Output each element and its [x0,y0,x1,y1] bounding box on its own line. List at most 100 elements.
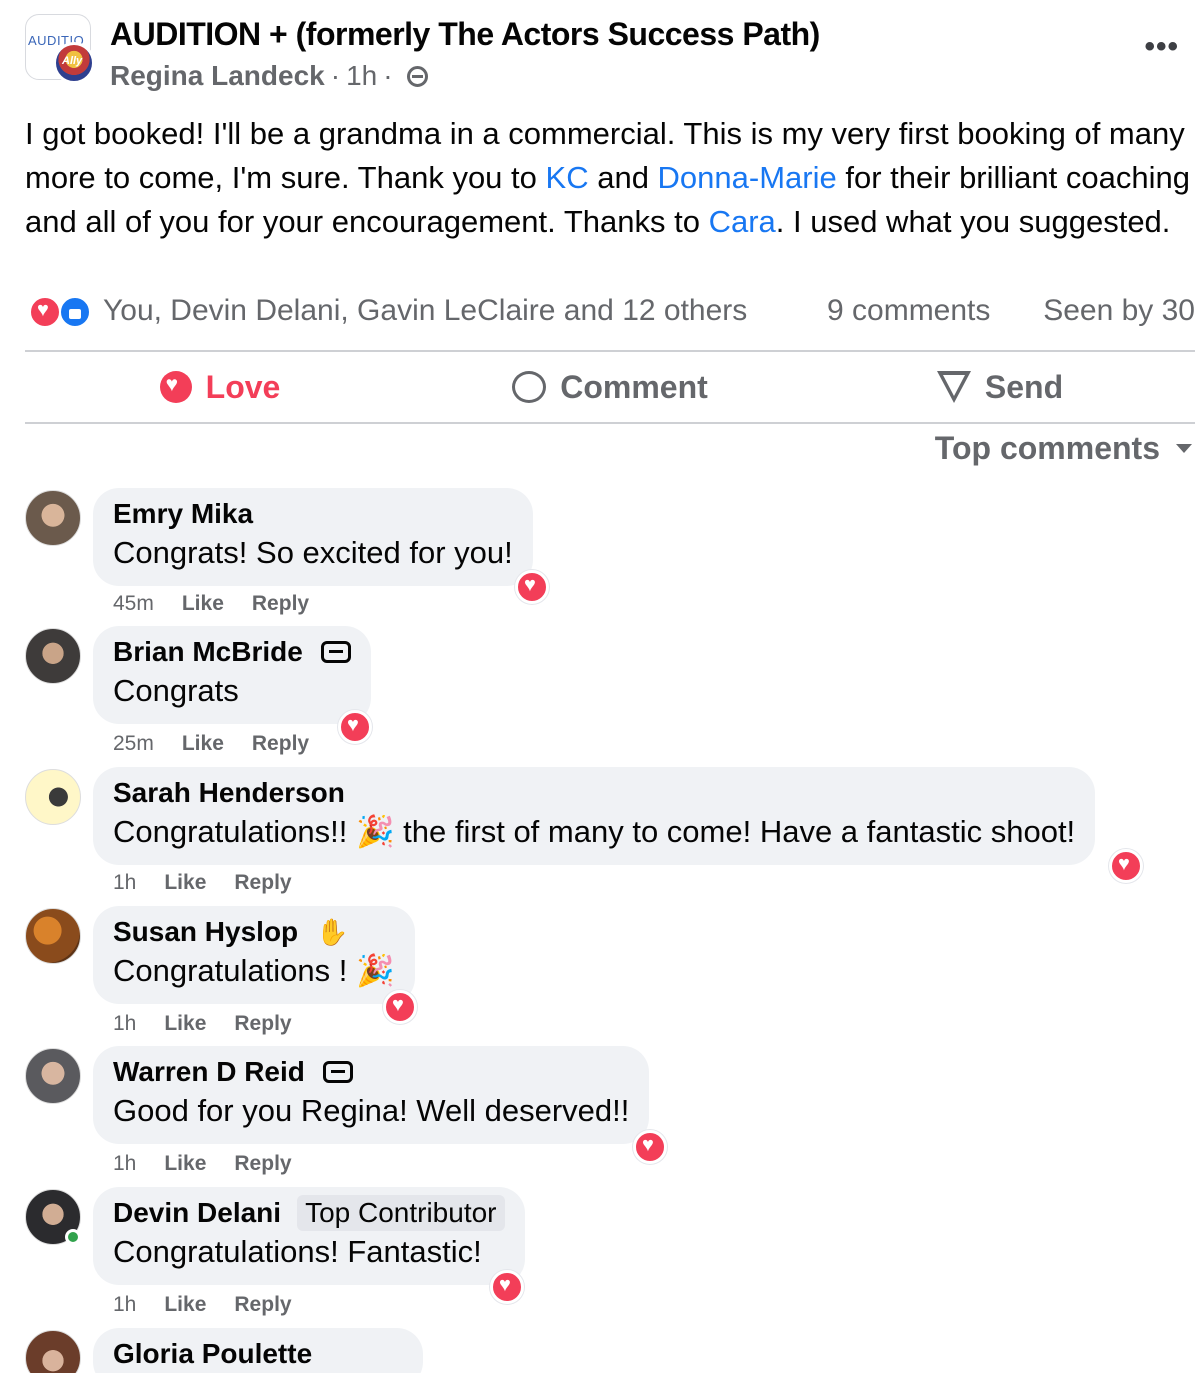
heart-reaction-icon[interactable] [383,990,417,1024]
like-link[interactable]: Like [182,732,224,756]
mention-cara[interactable]: Cara [709,204,776,239]
reactions-summary: You, Devin Delani, Gavin LeClaire and 12… [25,290,1195,334]
comment-bubble[interactable]: Susan Hyslop ✋ Congratulations ! 🎉 [93,906,415,1004]
comment-bubble[interactable]: Gloria Poulette [93,1328,423,1373]
comment-time[interactable]: 25m [113,732,154,756]
reply-link[interactable]: Reply [252,732,309,756]
mention-kc[interactable]: KC [546,160,589,195]
comment-bubble[interactable]: Sarah Henderson Congratulations!! 🎉 the … [93,767,1096,865]
comment-text: Congrats [113,673,239,708]
comment-time[interactable]: 1h [113,1152,136,1176]
love-reaction-icon [29,296,61,328]
comment-text: Congratulations ! 🎉 [113,953,395,988]
group-name[interactable]: AUDITION + (formerly The Actors Success … [110,16,820,53]
like-link[interactable]: Like [164,1012,206,1036]
love-icon [159,371,192,403]
mention-donna-marie[interactable]: Donna-Marie [658,160,837,195]
comment-time[interactable]: 1h [113,1012,136,1036]
heart-reaction-icon[interactable] [338,710,372,744]
commenter-name-row: Devin Delani Top Contributor [113,1195,505,1231]
post-time[interactable]: 1h [346,60,377,92]
comment-label: Comment [560,368,708,405]
comment-bubble[interactable]: Emry Mika Congrats! So excited for you! [93,488,533,586]
send-button[interactable]: Send [805,352,1195,422]
author-avatar[interactable]: Ally [53,42,95,84]
reply-link[interactable]: Reply [252,592,309,616]
love-button[interactable]: Love [25,352,415,422]
comment-actions: 1h Like Reply [113,1012,320,1036]
seen-by[interactable]: Seen by 30 [1043,294,1195,328]
meta-separator: · [330,60,341,91]
more-options-button[interactable]: ••• [1144,30,1179,64]
commenter-name[interactable]: Emry Mika [113,496,513,532]
send-icon [936,371,971,403]
avatar[interactable] [25,769,81,825]
badge-icon[interactable] [320,641,351,663]
author-name[interactable]: Regina Landeck [110,60,325,92]
commenter-name-row: Susan Hyslop ✋ [113,914,395,950]
like-link[interactable]: Like [164,871,206,895]
online-status-icon [65,1229,81,1245]
avatar[interactable] [25,628,81,684]
comment-text: Congratulations! Fantastic! [113,1234,482,1269]
comment-bubble[interactable]: Brian McBride Congrats [93,626,371,724]
chevron-down-icon [1176,444,1192,453]
post-header: AUDITIO Ally AUDITION + (formerly The Ac… [25,12,1185,96]
commenter-name[interactable]: Susan Hyslop [113,914,298,950]
love-label: Love [205,368,281,405]
comment-time[interactable]: 45m [113,592,154,616]
comment-button[interactable]: Comment [415,352,805,422]
comments-count[interactable]: 9 comments [827,294,990,328]
post-text: I got booked! I'll be a grandma in a com… [25,112,1190,244]
avatar[interactable] [25,1330,81,1373]
like-link[interactable]: Like [164,1152,206,1176]
meta-separator: · [383,60,393,91]
like-link[interactable]: Like [164,1293,206,1317]
commenter-name[interactable]: Warren D Reid [113,1054,305,1090]
reply-link[interactable]: Reply [234,1293,291,1317]
sort-label: Top comments [934,430,1160,466]
author-avatar-text: Ally [62,55,83,67]
audience-icon [406,65,428,87]
reaction-names[interactable]: You, Devin Delani, Gavin LeClaire and 12… [103,294,747,328]
comment-text: Congrats! So excited for you! [113,535,513,570]
post-text-part: and [588,160,658,195]
comment-actions: 45m Like Reply [113,592,337,616]
send-label: Send [984,368,1064,405]
heart-reaction-icon[interactable] [515,570,549,604]
comment-actions: 1h Like Reply [113,871,320,895]
reply-link[interactable]: Reply [234,871,291,895]
commenter-name[interactable]: Devin Delani [113,1195,281,1231]
comment-bubble[interactable]: Warren D Reid Good for you Regina! Well … [93,1046,650,1144]
divider [25,422,1195,424]
comment-text: Congratulations!! 🎉 the first of many to… [113,814,1076,849]
heart-reaction-icon[interactable] [633,1130,667,1164]
commenter-name-row: Warren D Reid [113,1054,629,1090]
comment-time[interactable]: 1h [113,1293,136,1317]
comment-icon [512,371,547,403]
top-contributor-badge[interactable]: Top Contributor [297,1195,505,1231]
comment-bubble[interactable]: Devin Delani Top Contributor Congratulat… [93,1187,525,1285]
avatar[interactable] [25,490,81,546]
commenter-name-row: Brian McBride [113,634,351,670]
commenter-name[interactable]: Brian McBride [113,634,303,670]
comment-time[interactable]: 1h [113,871,136,895]
comment-actions: 1h Like Reply [113,1293,320,1317]
reply-link[interactable]: Reply [234,1012,291,1036]
heart-reaction-icon[interactable] [490,1270,524,1304]
post-text-part: . I used what you suggested. [775,204,1171,239]
commenter-name[interactable]: Sarah Henderson [113,775,1075,811]
like-link[interactable]: Like [182,592,224,616]
heart-reaction-icon[interactable] [1109,849,1143,883]
badge-icon[interactable] [322,1061,353,1083]
avatar[interactable] [25,908,81,964]
comment-actions: 1h Like Reply [113,1152,320,1176]
reaction-icons[interactable] [29,296,99,328]
top-comments-sort[interactable]: Top comments [935,430,1192,467]
wave-icon[interactable]: ✋ [316,914,348,950]
comment-text: Good for you Regina! Well deserved!! [113,1093,630,1128]
commenter-name[interactable]: Gloria Poulette [113,1336,403,1372]
avatar[interactable] [25,1048,81,1104]
reply-link[interactable]: Reply [234,1152,291,1176]
comment-actions: 25m Like Reply [113,732,337,756]
